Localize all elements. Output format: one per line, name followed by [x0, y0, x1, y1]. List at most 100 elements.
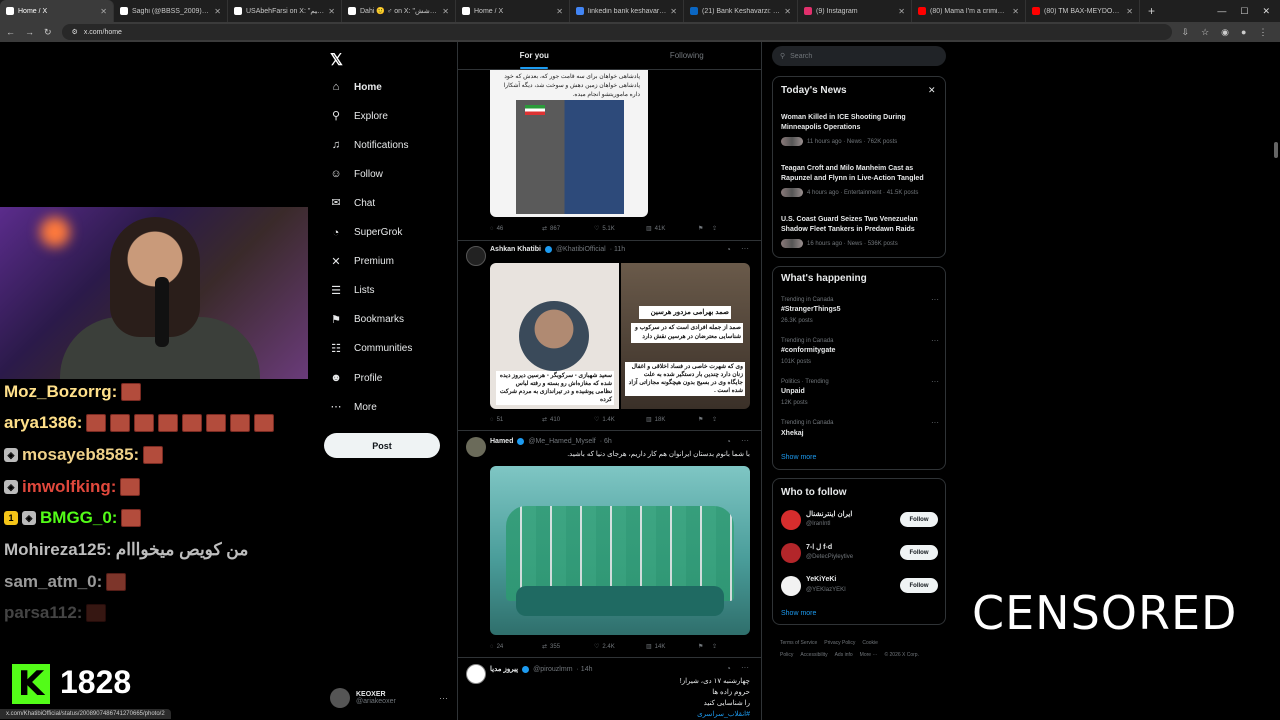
tab-close-icon[interactable]: ✕ [1126, 7, 1133, 16]
tab-for-you[interactable]: For you [458, 42, 611, 69]
nav-item-follow[interactable]: ☺ Follow [330, 168, 383, 180]
nav-item-supergrok[interactable]: ◔ SuperGrok [330, 227, 403, 239]
reload-icon[interactable]: ↻ [44, 27, 52, 38]
minimize-icon[interactable]: — [1217, 6, 1226, 16]
more-dots-icon[interactable]: ··· [439, 693, 448, 703]
follow-suggestion[interactable]: ﻝ ﺍ-7 f-d @DetecPiyleytive Follow [781, 541, 941, 565]
trend-name[interactable]: Xhekaj [781, 430, 804, 437]
follow-suggestion[interactable]: ایران اینترنشنال @IranIntl Follow [781, 508, 941, 532]
tab-close-icon[interactable]: ✕ [442, 7, 449, 16]
url-field[interactable]: ⚙ x.com/home [61, 24, 1172, 40]
repost-button[interactable]: ⇄ 355 [542, 643, 594, 651]
grok-icon[interactable]: ◔ [726, 664, 731, 673]
trend-more-icon[interactable]: ··· [931, 418, 939, 427]
post-time[interactable]: · 11h [610, 246, 625, 253]
follow-suggestion[interactable]: YeKiYeKi @YEKIazYEKI Follow [781, 574, 941, 598]
search-input[interactable]: ⚲ Search [772, 46, 946, 66]
avatar[interactable] [466, 246, 486, 266]
avatar[interactable] [781, 543, 801, 563]
browser-tab[interactable]: linkedin bank keshavarzi - Goo ✕ [570, 0, 684, 22]
tab-close-icon[interactable]: ✕ [784, 7, 791, 16]
tab-close-icon[interactable]: ✕ [1012, 7, 1019, 16]
grok-icon[interactable]: ◔ [726, 437, 731, 446]
author-handle[interactable]: @Me_Hamed_Myself [528, 438, 595, 445]
browser-tab[interactable]: USAbehFarsi on X: "انار هستیم ✕ [228, 0, 342, 22]
nav-item-profile[interactable]: ☻ Profile [330, 372, 382, 384]
footer-link[interactable]: Ads info [835, 652, 853, 658]
author-name[interactable]: Hamed [490, 438, 513, 445]
profile-avatar-icon[interactable]: ● [1241, 27, 1246, 38]
reply-button[interactable]: ◌ 46 [490, 225, 542, 232]
trend-more-icon[interactable]: ··· [931, 377, 939, 386]
post-image[interactable]: پادشاهی خواهان برای سه قامت جور که، بعدش… [490, 70, 648, 217]
author-name[interactable]: Ashkan Khatibi [490, 246, 541, 253]
close-icon[interactable]: ✕ [928, 85, 936, 96]
forward-icon[interactable]: → [25, 27, 34, 37]
author-name[interactable]: پیروز مدیا [490, 665, 518, 673]
bookmark-icon[interactable]: ⚑ [698, 225, 712, 232]
avatar[interactable] [466, 437, 486, 457]
footer-link[interactable]: Terms of Service [780, 640, 817, 646]
post-more-icon[interactable]: ··· [741, 436, 749, 445]
nav-item-premium[interactable]: ✕ Premium [330, 256, 394, 268]
back-icon[interactable]: ← [6, 27, 15, 37]
share-icon[interactable]: ⇪ [712, 225, 717, 232]
suggestion-handle[interactable]: @DetecPiyleytive [806, 554, 853, 560]
footer-link[interactable]: More ··· [860, 652, 878, 658]
browser-tab[interactable]: Saghi (@BBSS_2009) / X ✕ [114, 0, 228, 22]
footer-link[interactable]: © 2026 X Corp. [884, 652, 919, 658]
views-button[interactable]: ▥ 18K [646, 416, 698, 424]
post-more-icon[interactable]: ··· [741, 663, 749, 672]
close-window-icon[interactable]: ✕ [1262, 6, 1270, 17]
browser-tab[interactable]: (80) Mama I'm a criminal [OFF ✕ [912, 0, 1026, 22]
footer-link[interactable]: Accessibility [800, 652, 827, 658]
news-item-title[interactable]: U.S. Coast Guard Seizes Two Venezuelan S… [781, 215, 939, 235]
news-item-title[interactable]: Woman Killed in ICE Shooting During Minn… [781, 113, 939, 133]
suggestion-handle[interactable]: @YEKIazYEKI [806, 587, 846, 593]
browser-tab[interactable]: (9) Instagram ✕ [798, 0, 912, 22]
trend-more-icon[interactable]: ··· [931, 295, 939, 304]
install-icon[interactable]: ⇩ [1182, 27, 1190, 38]
grok-icon[interactable]: ◔ [726, 245, 731, 254]
suggestion-name[interactable]: ﻝ ﺍ-7 f-d [806, 543, 832, 551]
author-handle[interactable]: @KhatibiOfficial [556, 246, 606, 253]
browser-tab[interactable]: Dahi 🙂 ♂ on X: "برای پوشش ✕ [342, 0, 456, 22]
nav-item-communities[interactable]: ☷ Communities [330, 343, 412, 355]
trend-more-icon[interactable]: ··· [931, 336, 939, 345]
bookmark-star-icon[interactable]: ☆ [1201, 27, 1209, 38]
nav-item-explore[interactable]: ⚲ Explore [330, 110, 388, 122]
author-handle[interactable]: @pirouzlmm [533, 666, 572, 673]
nav-item-more[interactable]: ⋯ More [330, 401, 377, 413]
site-info-icon[interactable]: ⚙ [72, 28, 78, 36]
tab-close-icon[interactable]: ✕ [556, 7, 563, 16]
like-button[interactable]: ♡ 5.1K [594, 225, 646, 233]
browser-tab[interactable]: (21) Bank Keshavarzi: Overvie ✕ [684, 0, 798, 22]
show-more-link[interactable]: Show more [781, 610, 816, 617]
share-icon[interactable]: ⇪ [712, 643, 717, 650]
post-image-right[interactable]: صمد بهرامی مزدور هرسین صمد از جمله افراد… [621, 263, 750, 409]
repost-button[interactable]: ⇄ 867 [542, 225, 594, 233]
trend-name[interactable]: Unpaid [781, 388, 805, 395]
tab-close-icon[interactable]: ✕ [214, 7, 221, 16]
x-logo-icon[interactable]: 𝕏 [330, 50, 346, 69]
trend-name[interactable]: #StrangerThings5 [781, 306, 841, 313]
post-image-left[interactable]: سعید شهبازی - سرکوبگر - هرسین دیروز دیده… [490, 263, 619, 409]
post-time[interactable]: · 14h [577, 666, 593, 673]
browser-tab[interactable]: (80) TM BAX-MEYDOON OFFI✕ [1026, 0, 1140, 22]
follow-button[interactable]: Follow [900, 545, 938, 560]
browser-tab[interactable]: Home / X ✕ [456, 0, 570, 22]
views-button[interactable]: ▥ 14K [646, 643, 698, 651]
browser-menu-icon[interactable]: ⋮ [1258, 27, 1267, 38]
footer-link[interactable]: Privacy Policy [824, 640, 855, 646]
avatar[interactable] [781, 576, 801, 596]
nav-item-lists[interactable]: ☰ Lists [330, 285, 375, 297]
nav-item-notifications[interactable]: ♫ Notifications [330, 139, 409, 151]
suggestion-name[interactable]: ایران اینترنشنال [806, 510, 852, 518]
share-icon[interactable]: ⇪ [712, 416, 717, 423]
follow-button[interactable]: Follow [900, 512, 938, 527]
repost-button[interactable]: ⇄ 410 [542, 416, 594, 424]
avatar[interactable] [781, 510, 801, 530]
tab-close-icon[interactable]: ✕ [898, 7, 905, 16]
bookmark-icon[interactable]: ⚑ [698, 643, 712, 650]
follow-button[interactable]: Follow [900, 578, 938, 593]
